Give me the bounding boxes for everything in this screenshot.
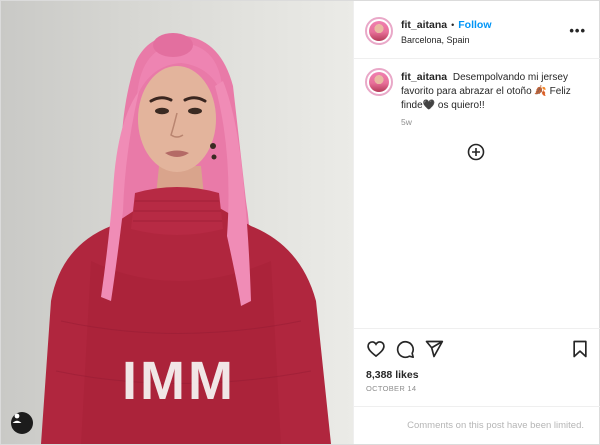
post-image[interactable]: IMM <box>1 1 353 444</box>
comments-limited-notice: Comments on this post have been limited. <box>354 406 600 444</box>
header-user-row: fit_aitana • Follow <box>401 19 492 31</box>
post-header: fit_aitana • Follow Barcelona, Spain ••• <box>354 1 600 59</box>
sweater-print: IMM <box>122 351 236 411</box>
caption-avatar[interactable] <box>365 68 393 96</box>
send-icon[interactable] <box>424 339 444 359</box>
caption-timestamp: 5w <box>401 117 412 127</box>
post-date: OCTOBER 14 <box>366 384 417 393</box>
username-link[interactable]: fit_aitana <box>401 19 447 31</box>
user-tag-icon[interactable] <box>11 412 33 434</box>
portrait-illustration: IMM <box>41 33 331 444</box>
action-bar <box>354 328 600 368</box>
follow-button[interactable]: Follow <box>458 19 491 31</box>
bookmark-icon[interactable] <box>570 339 590 359</box>
separator-dot: • <box>451 20 455 30</box>
plus-circle-icon[interactable] <box>467 143 485 161</box>
post-side-panel: fit_aitana • Follow Barcelona, Spain •••… <box>353 1 600 444</box>
caption-username[interactable]: fit_aitana <box>401 71 447 83</box>
heart-icon[interactable] <box>366 339 386 359</box>
location-link[interactable]: Barcelona, Spain <box>401 35 470 45</box>
avatar[interactable] <box>365 17 393 45</box>
more-options-icon[interactable]: ••• <box>569 23 586 38</box>
comment-icon[interactable] <box>395 339 415 359</box>
likes-count[interactable]: 8,388 likes <box>366 369 419 381</box>
caption: fit_aitana Desempolvando mi jersey favor… <box>401 70 591 113</box>
